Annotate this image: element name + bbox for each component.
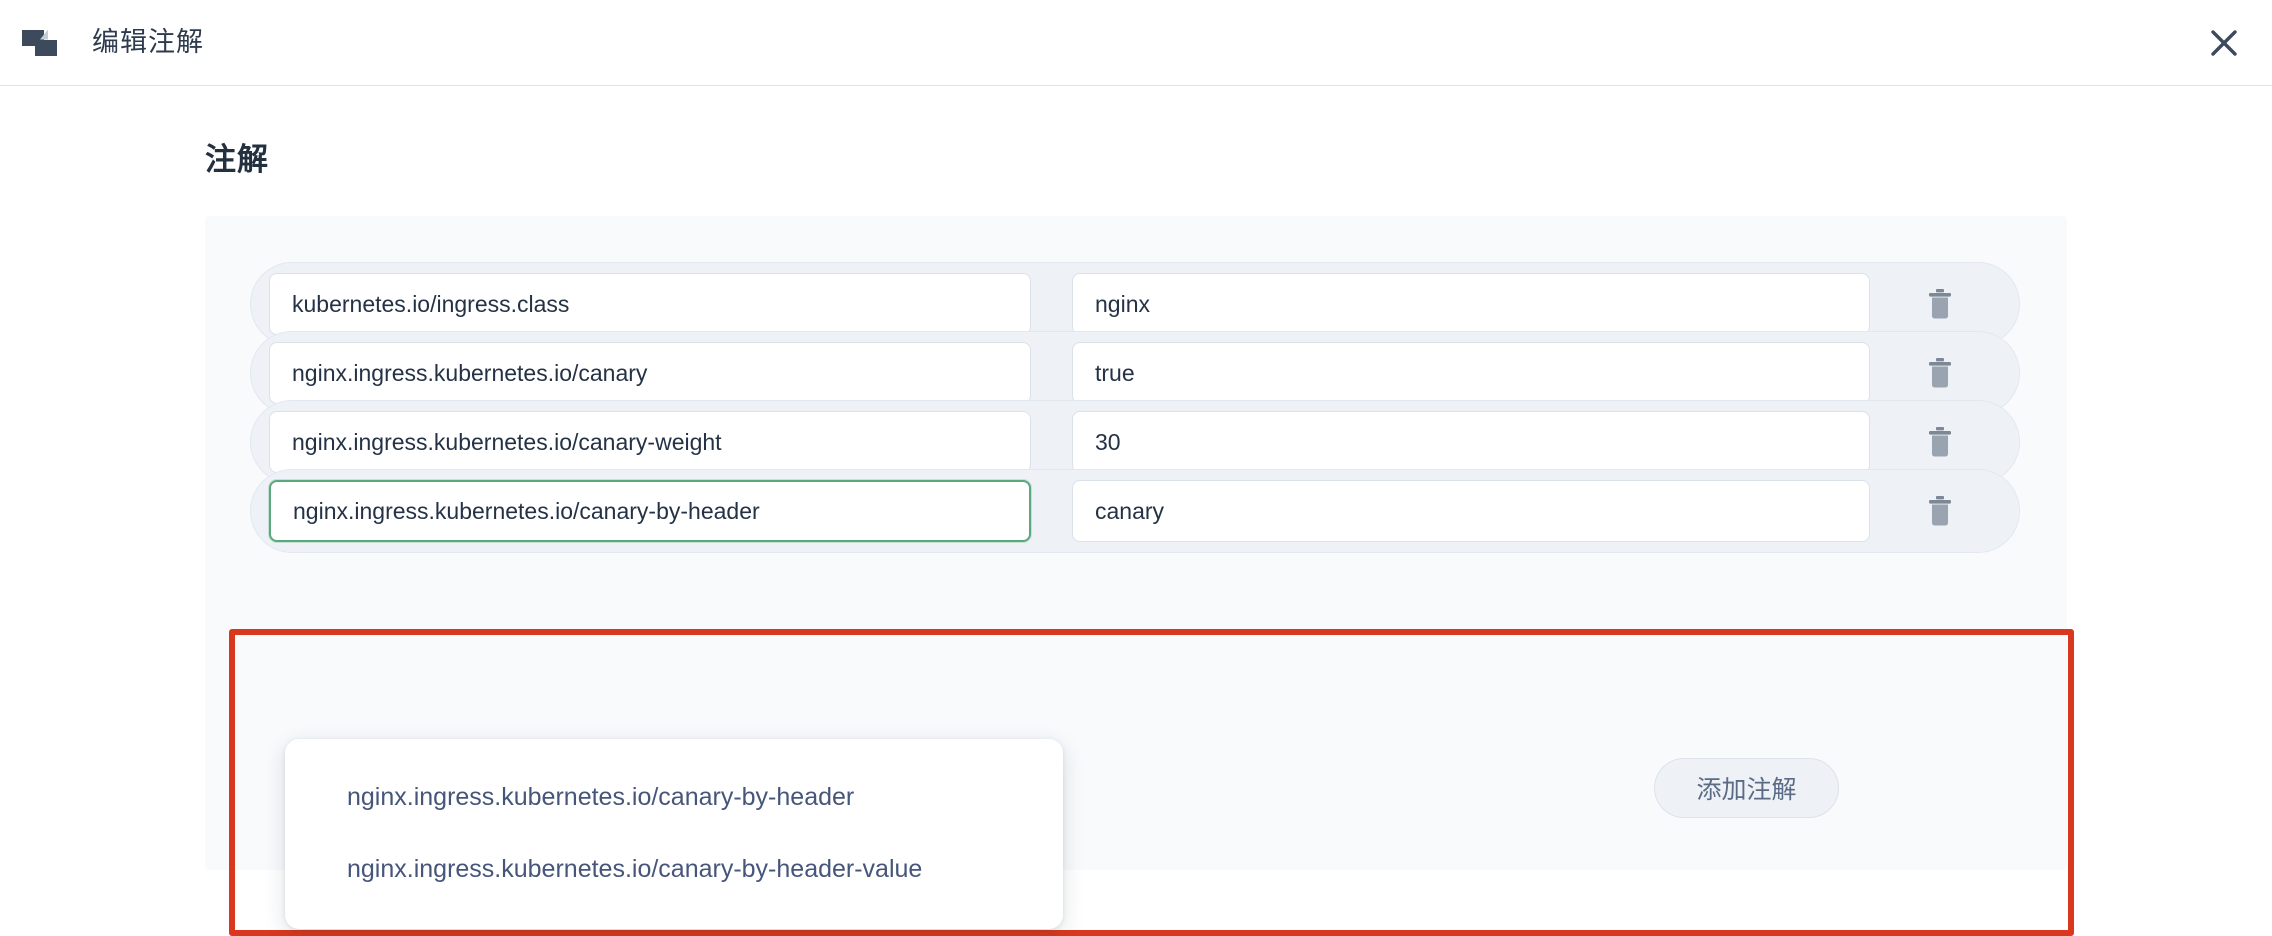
- annotation-key-input[interactable]: nginx.ingress.kubernetes.io/canary-weigh…: [269, 411, 1031, 473]
- annotation-key-input[interactable]: nginx.ingress.kubernetes.io/canary-by-he…: [269, 480, 1031, 542]
- suggestion-item[interactable]: nginx.ingress.kubernetes.io/canary-by-he…: [285, 833, 1063, 905]
- trash-icon[interactable]: [1918, 276, 1962, 332]
- annotation-key-input[interactable]: nginx.ingress.kubernetes.io/canary: [269, 342, 1031, 404]
- trash-icon[interactable]: [1918, 345, 1962, 401]
- window-title: 编辑注解: [92, 27, 204, 57]
- annotation-row: nginx.ingress.kubernetes.io/canary-by-he…: [250, 469, 2020, 553]
- add-annotation-button[interactable]: 添加注解: [1654, 758, 1839, 818]
- annotation-value-input[interactable]: true: [1072, 342, 1870, 404]
- suggestion-item[interactable]: nginx.ingress.kubernetes.io/canary-by-he…: [285, 761, 1063, 833]
- suggestion-dropdown[interactable]: nginx.ingress.kubernetes.io/canary-by-he…: [285, 739, 1063, 929]
- annotation-key-input[interactable]: kubernetes.io/ingress.class: [269, 273, 1031, 335]
- dialog-body: 注解 kubernetes.io/ingress.class nginx nginx…: [0, 86, 2272, 936]
- page-title: 注解: [205, 142, 269, 177]
- window-titlebar: 编辑注解: [0, 0, 2272, 86]
- trash-icon[interactable]: [1918, 483, 1962, 539]
- annotation-value-input[interactable]: 30: [1072, 411, 1870, 473]
- annotation-value-input[interactable]: canary: [1072, 480, 1870, 542]
- annotation-value-input[interactable]: nginx: [1072, 273, 1870, 335]
- layers-icon: [22, 27, 62, 59]
- trash-icon[interactable]: [1918, 414, 1962, 470]
- close-icon[interactable]: [2202, 21, 2246, 65]
